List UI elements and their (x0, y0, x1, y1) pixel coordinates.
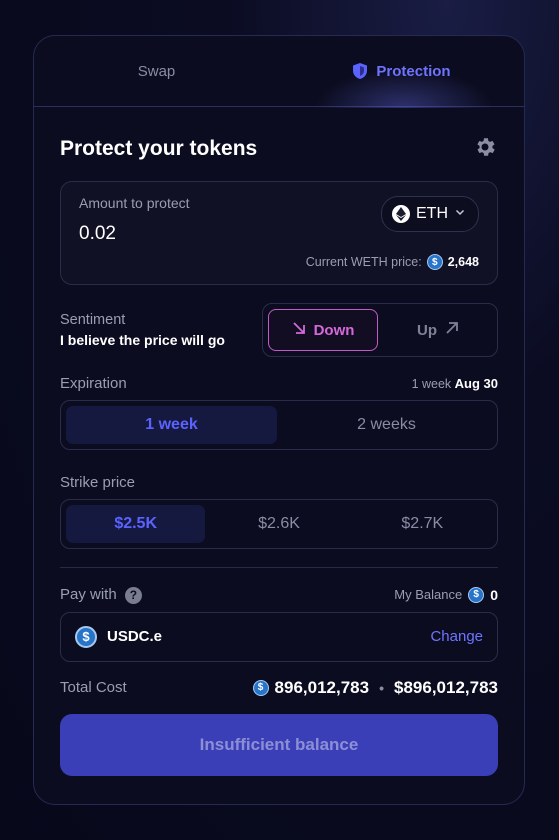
settings-button[interactable] (472, 136, 498, 162)
total-usd-amount: $896,012,783 (394, 677, 498, 697)
amount-input[interactable]: 0.02 (79, 223, 116, 245)
shield-icon (352, 62, 368, 80)
token-select-label: ETH (416, 205, 448, 222)
pay-token-box: $ USDC.e Change (60, 611, 498, 662)
tab-bar: Swap Protection (34, 36, 524, 108)
arrow-up-right-icon (445, 321, 459, 339)
separator-dot: • (379, 679, 384, 696)
tab-swap-label: Swap (137, 62, 176, 80)
expiration-label: Expiration (60, 375, 127, 392)
up-button[interactable]: Up (384, 309, 492, 351)
total-cost-values: $ 896,012,783 • $896,012,783 (252, 677, 498, 698)
total-cost-label: Total Cost (60, 679, 127, 697)
arrow-down-right-icon (292, 321, 306, 339)
strike-option[interactable]: $2.5K (66, 505, 206, 543)
expiration-meta: 1 week Aug 30 (412, 376, 498, 391)
expiration-option[interactable]: 2 weeks (281, 406, 492, 444)
eth-icon (392, 205, 410, 223)
pay-with-label-wrap: Pay with ? (60, 586, 142, 604)
tab-protection-label: Protection (376, 62, 451, 80)
amount-box: Amount to protect 0.02 ETH Current WETH … (60, 181, 498, 285)
strike-selector: $2.5K $2.6K $2.7K (60, 499, 498, 549)
pay-with-label: Pay with (60, 586, 117, 603)
change-token-button[interactable]: Change (430, 628, 483, 645)
divider (60, 567, 498, 568)
expiration-option[interactable]: 1 week (66, 406, 277, 444)
protection-card: Swap Protection Protect your tokens Amou… (33, 35, 525, 805)
expiration-date: Aug 30 (454, 376, 498, 391)
gear-icon (473, 135, 497, 164)
tab-swap[interactable]: Swap (34, 36, 279, 106)
strike-option[interactable]: $2.7K (353, 505, 492, 543)
up-label: Up (417, 321, 437, 339)
page-title: Protect your tokens (60, 137, 258, 160)
usdc-icon: $ (252, 679, 269, 696)
price-label: Current WETH price: (305, 255, 422, 269)
down-label: Down (313, 321, 355, 339)
usdc-icon: $ (426, 254, 443, 270)
price-row: Current WETH price: $ 2,648 (306, 254, 479, 270)
total-token-amount: 896,012,783 (274, 677, 370, 697)
balance-value: 0 (490, 586, 498, 603)
token-select[interactable]: ETH (381, 196, 479, 232)
balance-label: My Balance (394, 587, 463, 603)
down-button[interactable]: Down (268, 309, 378, 351)
tab-protection[interactable]: Protection (279, 36, 524, 106)
amount-label: Amount to protect (79, 195, 190, 211)
balance: My Balance $ 0 (394, 586, 498, 603)
strike-option[interactable]: $2.6K (209, 505, 348, 543)
sentiment-toggle: Down Up (262, 303, 498, 357)
sentiment-label: Sentiment (60, 312, 126, 328)
usdc-icon: $ (75, 625, 97, 648)
pay-token-label: USDC.e (107, 628, 163, 646)
sentiment-sub: I believe the price will go (60, 332, 225, 348)
expiration-duration: 1 week (411, 377, 452, 391)
usdc-icon: $ (468, 586, 485, 603)
price-value: 2,648 (447, 255, 479, 269)
expiration-selector: 1 week 2 weeks (60, 400, 498, 450)
strike-label: Strike price (60, 474, 136, 491)
chevron-down-icon (454, 205, 466, 223)
insufficient-balance-button[interactable]: Insufficient balance (60, 713, 498, 776)
help-icon[interactable]: ? (124, 586, 142, 604)
